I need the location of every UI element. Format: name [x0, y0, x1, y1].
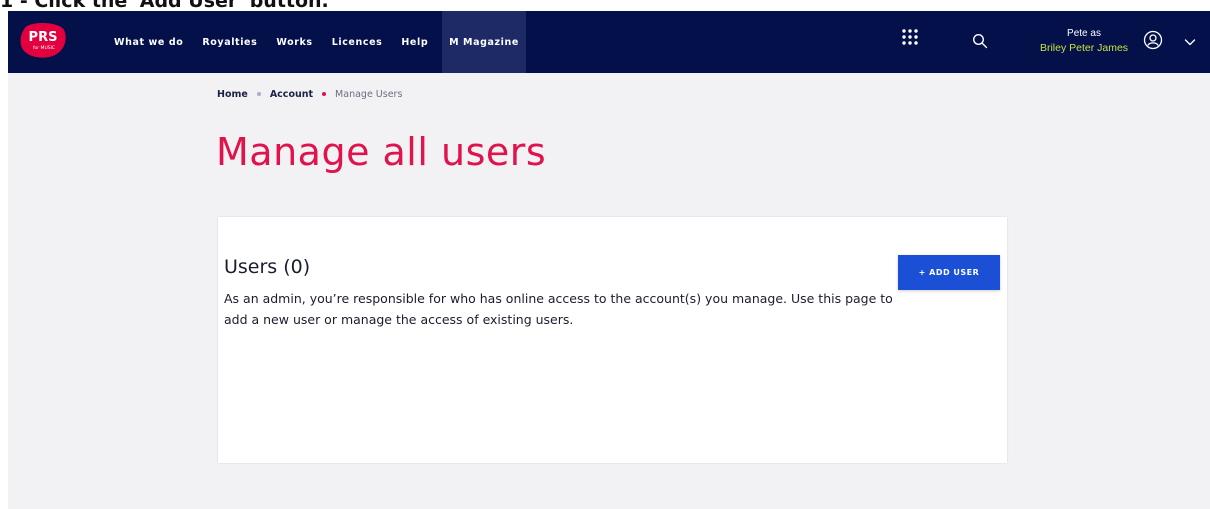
nav-item-m-magazine[interactable]: M Magazine — [442, 11, 526, 73]
nav-item-works[interactable]: Works — [276, 37, 312, 48]
account-switcher[interactable]: Pete as Briley Peter James — [1036, 11, 1132, 73]
nav-item-licences[interactable]: Licences — [332, 37, 383, 48]
nav-item-help[interactable]: Help — [401, 37, 428, 48]
app-window: PRS for MUSIC What we do Royalties Works… — [8, 11, 1210, 509]
top-navigation-bar: PRS for MUSIC What we do Royalties Works… — [8, 11, 1210, 73]
users-card: Users (0) As an admin, you’re responsibl… — [218, 217, 1007, 463]
logo-subtext: for MUSIC — [33, 45, 55, 51]
logo-text: PRS — [29, 30, 58, 45]
users-description: As an admin, you’re responsible for who … — [224, 291, 893, 327]
breadcrumb: Home Account Manage Users — [217, 87, 402, 101]
user-label: Pete as — [1067, 28, 1101, 39]
breadcrumb-separator — [322, 92, 327, 96]
users-count-heading: Users (0) — [224, 256, 311, 278]
nav-item-royalties[interactable]: Royalties — [202, 37, 257, 48]
user-account-name: Briley Peter James — [1039, 42, 1129, 54]
grid-icon[interactable] — [901, 28, 919, 46]
main-nav: What we do Royalties Works Licences Help… — [114, 11, 526, 73]
breadcrumb-account[interactable]: Account — [270, 89, 313, 100]
breadcrumb-home[interactable]: Home — [217, 89, 248, 100]
nav-item-what-we-do[interactable]: What we do — [114, 37, 183, 48]
search-icon[interactable] — [972, 33, 988, 49]
profile-icon[interactable] — [1143, 30, 1163, 50]
page-title: Manage all users — [216, 130, 547, 174]
breadcrumb-current: Manage Users — [335, 88, 403, 100]
prs-logo[interactable]: PRS for MUSIC — [19, 22, 67, 60]
add-user-button[interactable]: + ADD USER — [898, 255, 1000, 290]
chevron-down-icon[interactable] — [1183, 35, 1197, 49]
breadcrumb-separator — [256, 92, 261, 96]
